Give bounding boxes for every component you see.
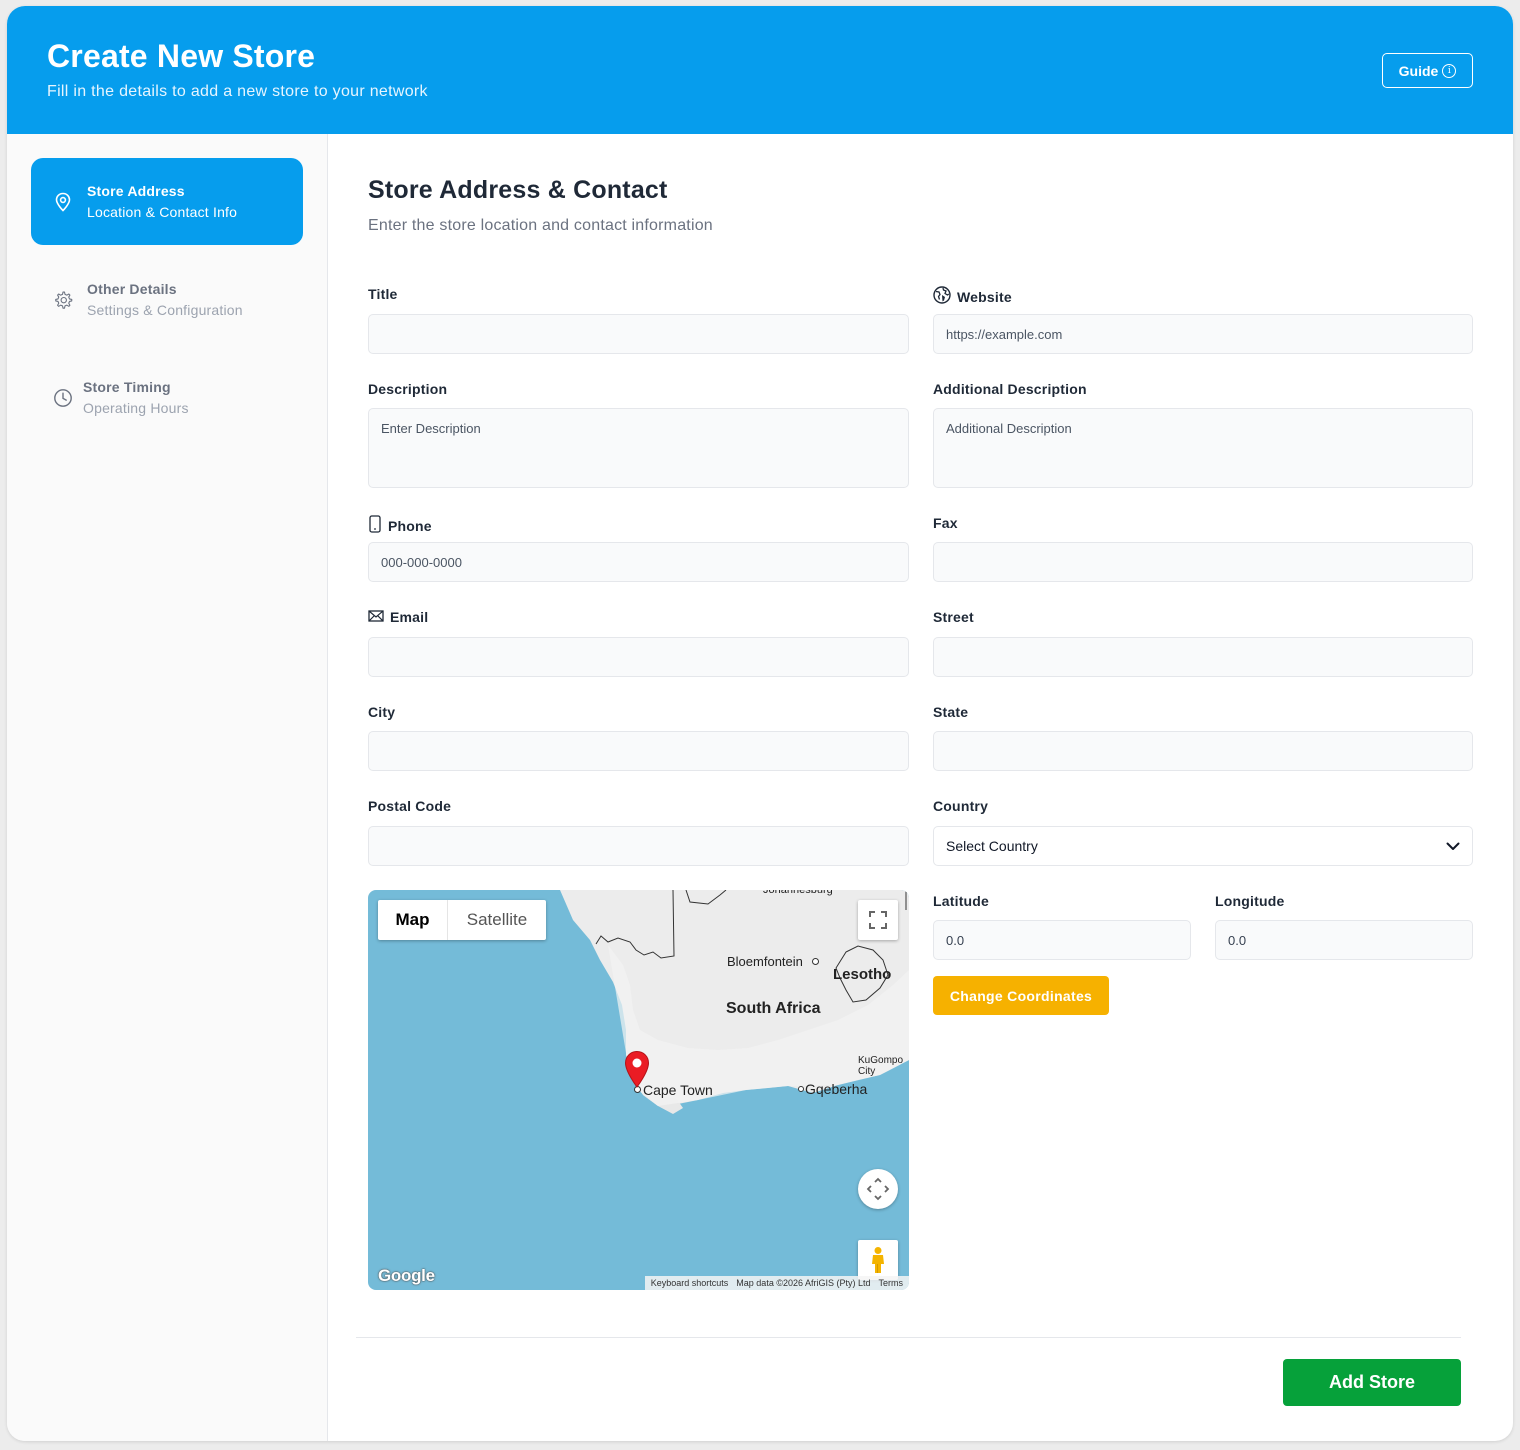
sidebar-step-store-timing[interactable]: Store Timing Operating Hours: [31, 354, 303, 441]
globe-icon: [933, 286, 951, 307]
map-label-gqeberha: Gqeberha: [805, 1081, 868, 1097]
map-type-tabs: Map Satellite: [378, 900, 546, 940]
map-label-kugompo-city: City: [858, 1066, 876, 1077]
fax-input[interactable]: [933, 542, 1473, 582]
phone-icon: [368, 515, 382, 536]
clock-icon: [53, 388, 73, 408]
map-tab-map[interactable]: Map: [378, 900, 447, 940]
street-input[interactable]: [933, 637, 1473, 677]
map-label-bloemfontein: Bloemfontein: [727, 954, 803, 969]
google-logo: Google: [378, 1266, 435, 1285]
fax-label: Fax: [933, 515, 958, 531]
gear-icon: [53, 290, 73, 310]
city-input[interactable]: [368, 731, 909, 771]
country-label: Country: [933, 798, 989, 814]
map-tab-satellite[interactable]: Satellite: [447, 900, 546, 940]
info-icon: i: [1442, 63, 1457, 78]
envelope-icon: [368, 609, 384, 625]
postal-code-input[interactable]: [368, 826, 909, 866]
email-input[interactable]: [368, 637, 909, 677]
street-label: Street: [933, 609, 974, 625]
sidebar-step-title: Other Details: [87, 281, 177, 297]
sidebar-step-store-address[interactable]: Store Address Location & Contact Info: [31, 158, 303, 245]
sidebar-step-title: Store Timing: [83, 379, 171, 395]
map-view[interactable]: Map Satellite Bloemfontein Lesotho South…: [368, 890, 909, 1290]
additional-description-textarea[interactable]: [933, 408, 1473, 488]
page-subtitle: Fill in the details to add a new store t…: [47, 83, 428, 100]
website-label-group: Website: [933, 286, 1012, 307]
map-label-south-africa: South Africa: [726, 1000, 821, 1017]
sidebar-step-other-details[interactable]: Other Details Settings & Configuration: [31, 256, 303, 343]
longitude-input[interactable]: [1215, 920, 1473, 960]
phone-input[interactable]: [368, 542, 909, 582]
footer-divider: [356, 1337, 1461, 1338]
map-label-cape-town: Cape Town: [643, 1082, 713, 1098]
terms-link[interactable]: Terms: [879, 1278, 904, 1288]
main-content: Store Address & Contact Enter the store …: [328, 134, 1513, 1441]
phone-label: Phone: [388, 517, 432, 534]
description-textarea[interactable]: [368, 408, 909, 488]
street-view-pegman-icon[interactable]: [858, 1240, 898, 1280]
section-description: Enter the store location and contact inf…: [368, 217, 713, 234]
latitude-input[interactable]: [933, 920, 1191, 960]
pan-control-icon[interactable]: [858, 1169, 898, 1209]
email-label-group: Email: [368, 609, 428, 625]
additional-description-label: Additional Description: [933, 381, 1087, 397]
map-label-kugompo: KuGompo: [858, 1055, 904, 1066]
map-label-johannesburg: Johannesburg: [763, 890, 833, 896]
section-title: Store Address & Contact: [368, 176, 668, 204]
guide-button-label: Guide: [1398, 62, 1439, 79]
latitude-label: Latitude: [933, 893, 990, 909]
city-marker-icon: [812, 958, 819, 965]
description-label: Description: [368, 381, 448, 397]
add-store-button[interactable]: Add Store: [1283, 1359, 1461, 1406]
location-pin-icon: [53, 192, 73, 212]
longitude-label: Longitude: [1215, 893, 1285, 909]
state-label: State: [933, 704, 969, 720]
chevron-down-icon: [1446, 838, 1460, 854]
fullscreen-icon[interactable]: [858, 900, 898, 940]
website-label: Website: [957, 288, 1012, 305]
sidebar-step-subtitle: Settings & Configuration: [87, 302, 243, 318]
page-card: Create New Store Fill in the details to …: [7, 6, 1513, 1441]
postal-code-label: Postal Code: [368, 798, 452, 814]
country-select[interactable]: Select Country: [933, 826, 1473, 866]
keyboard-shortcuts-link[interactable]: Keyboard shortcuts: [651, 1278, 729, 1288]
map-attribution: Keyboard shortcuts Map data ©2026 AfriGI…: [644, 1276, 909, 1290]
country-select-value: Select Country: [946, 838, 1038, 854]
page-title: Create New Store: [47, 38, 316, 74]
guide-button[interactable]: Guide i: [1382, 53, 1473, 88]
city-marker-icon: [798, 1086, 804, 1092]
title-label: Title: [368, 286, 398, 302]
email-label: Email: [390, 609, 429, 625]
state-input[interactable]: [933, 731, 1473, 771]
sidebar: Store Address Location & Contact Info Ot…: [7, 134, 328, 1441]
map-label-lesotho: Lesotho: [833, 966, 892, 983]
map-data-text: Map data ©2026 AfriGIS (Pty) Ltd: [736, 1278, 871, 1288]
location-marker-icon[interactable]: [624, 1050, 650, 1093]
website-input[interactable]: [933, 314, 1473, 354]
sidebar-step-subtitle: Location & Contact Info: [87, 204, 238, 220]
page-header: Create New Store Fill in the details to …: [7, 6, 1513, 134]
sidebar-step-title: Store Address: [87, 183, 185, 199]
phone-label-group: Phone: [368, 515, 432, 536]
change-coordinates-button[interactable]: Change Coordinates: [933, 976, 1109, 1015]
title-input[interactable]: [368, 314, 909, 354]
city-label: City: [368, 704, 396, 720]
sidebar-step-subtitle: Operating Hours: [83, 400, 189, 416]
